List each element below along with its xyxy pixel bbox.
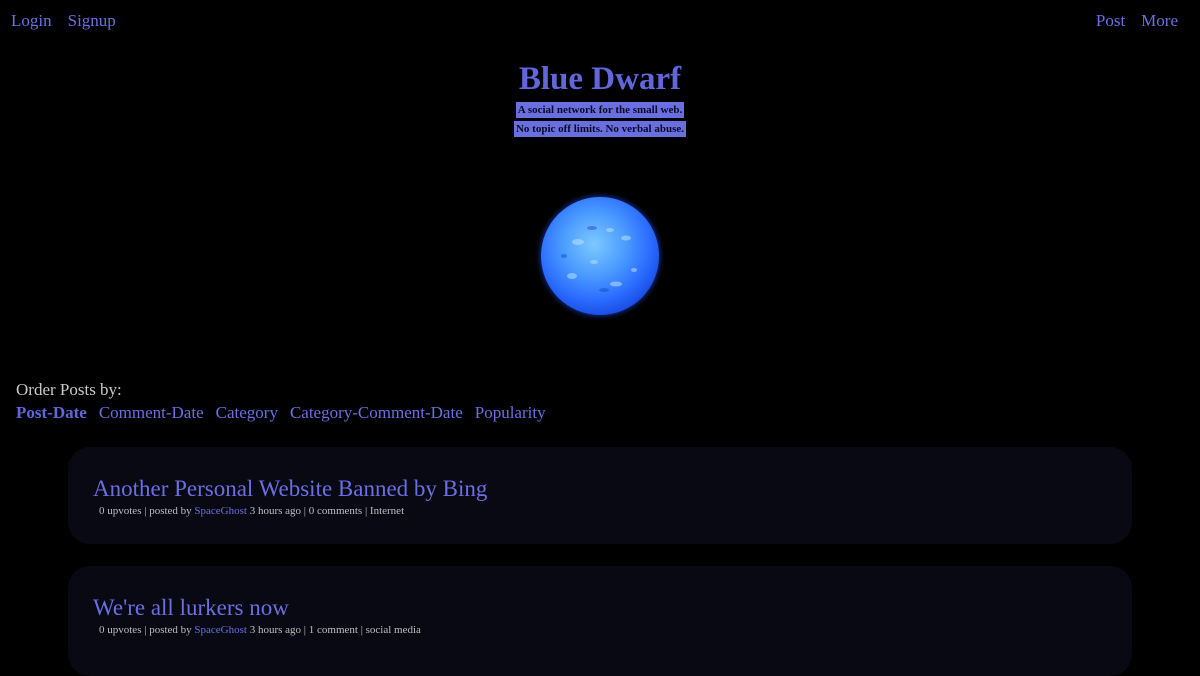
- tagline-group: A social network for the small web. No t…: [0, 101, 1200, 137]
- post-category[interactable]: social media: [366, 624, 421, 636]
- order-posts-section: Order Posts by: Post-Date Comment-Date C…: [16, 380, 546, 423]
- post-time: 3 hours ago: [249, 624, 302, 636]
- site-header: Blue Dwarf A social network for the smal…: [0, 60, 1200, 137]
- post-meta: 0 upvotes | posted by SpaceGhost 3 hours…: [99, 505, 405, 517]
- post-author-link[interactable]: SpaceGhost: [194, 624, 247, 636]
- post-title-link[interactable]: We're all lurkers now: [93, 594, 289, 621]
- order-option-comment-date[interactable]: Comment-Date: [99, 403, 204, 423]
- order-posts-label: Order Posts by:: [16, 380, 122, 399]
- order-options: Post-Date Comment-Date Category Category…: [16, 403, 546, 423]
- tagline-1: A social network for the small web.: [515, 101, 685, 118]
- post-card: Another Personal Website Banned by Bing …: [68, 447, 1132, 544]
- post-upvotes: 0 upvotes: [99, 624, 142, 636]
- post-posted-by: posted by: [149, 505, 192, 517]
- post-link[interactable]: Post: [1096, 11, 1125, 31]
- topnav-left: Login Signup: [11, 11, 116, 31]
- post-comments[interactable]: 1 comment: [309, 624, 358, 636]
- post-author-link[interactable]: SpaceGhost: [194, 505, 247, 517]
- topnav-right: Post More: [1096, 11, 1178, 31]
- blue-dwarf-star-image: [534, 190, 666, 322]
- post-comments[interactable]: 0 comments: [309, 505, 362, 517]
- post-category[interactable]: Internet: [370, 505, 404, 517]
- post-meta: 0 upvotes | posted by SpaceGhost 3 hours…: [99, 624, 421, 636]
- order-option-category[interactable]: Category: [216, 403, 278, 423]
- tagline-2: No topic off limits. No verbal abuse.: [513, 120, 687, 137]
- order-option-post-date[interactable]: Post-Date: [16, 403, 87, 423]
- post-time: 3 hours ago: [249, 505, 302, 517]
- post-posted-by: posted by: [149, 624, 192, 636]
- order-option-category-comment-date[interactable]: Category-Comment-Date: [290, 403, 463, 423]
- post-card: We're all lurkers now 0 upvotes | posted…: [68, 566, 1132, 676]
- site-title[interactable]: Blue Dwarf: [0, 60, 1200, 100]
- post-upvotes: 0 upvotes: [99, 505, 142, 517]
- post-title-link[interactable]: Another Personal Website Banned by Bing: [93, 475, 487, 502]
- more-link[interactable]: More: [1141, 11, 1178, 31]
- login-link[interactable]: Login: [11, 11, 52, 31]
- order-option-popularity[interactable]: Popularity: [475, 403, 546, 423]
- signup-link[interactable]: Signup: [68, 11, 116, 31]
